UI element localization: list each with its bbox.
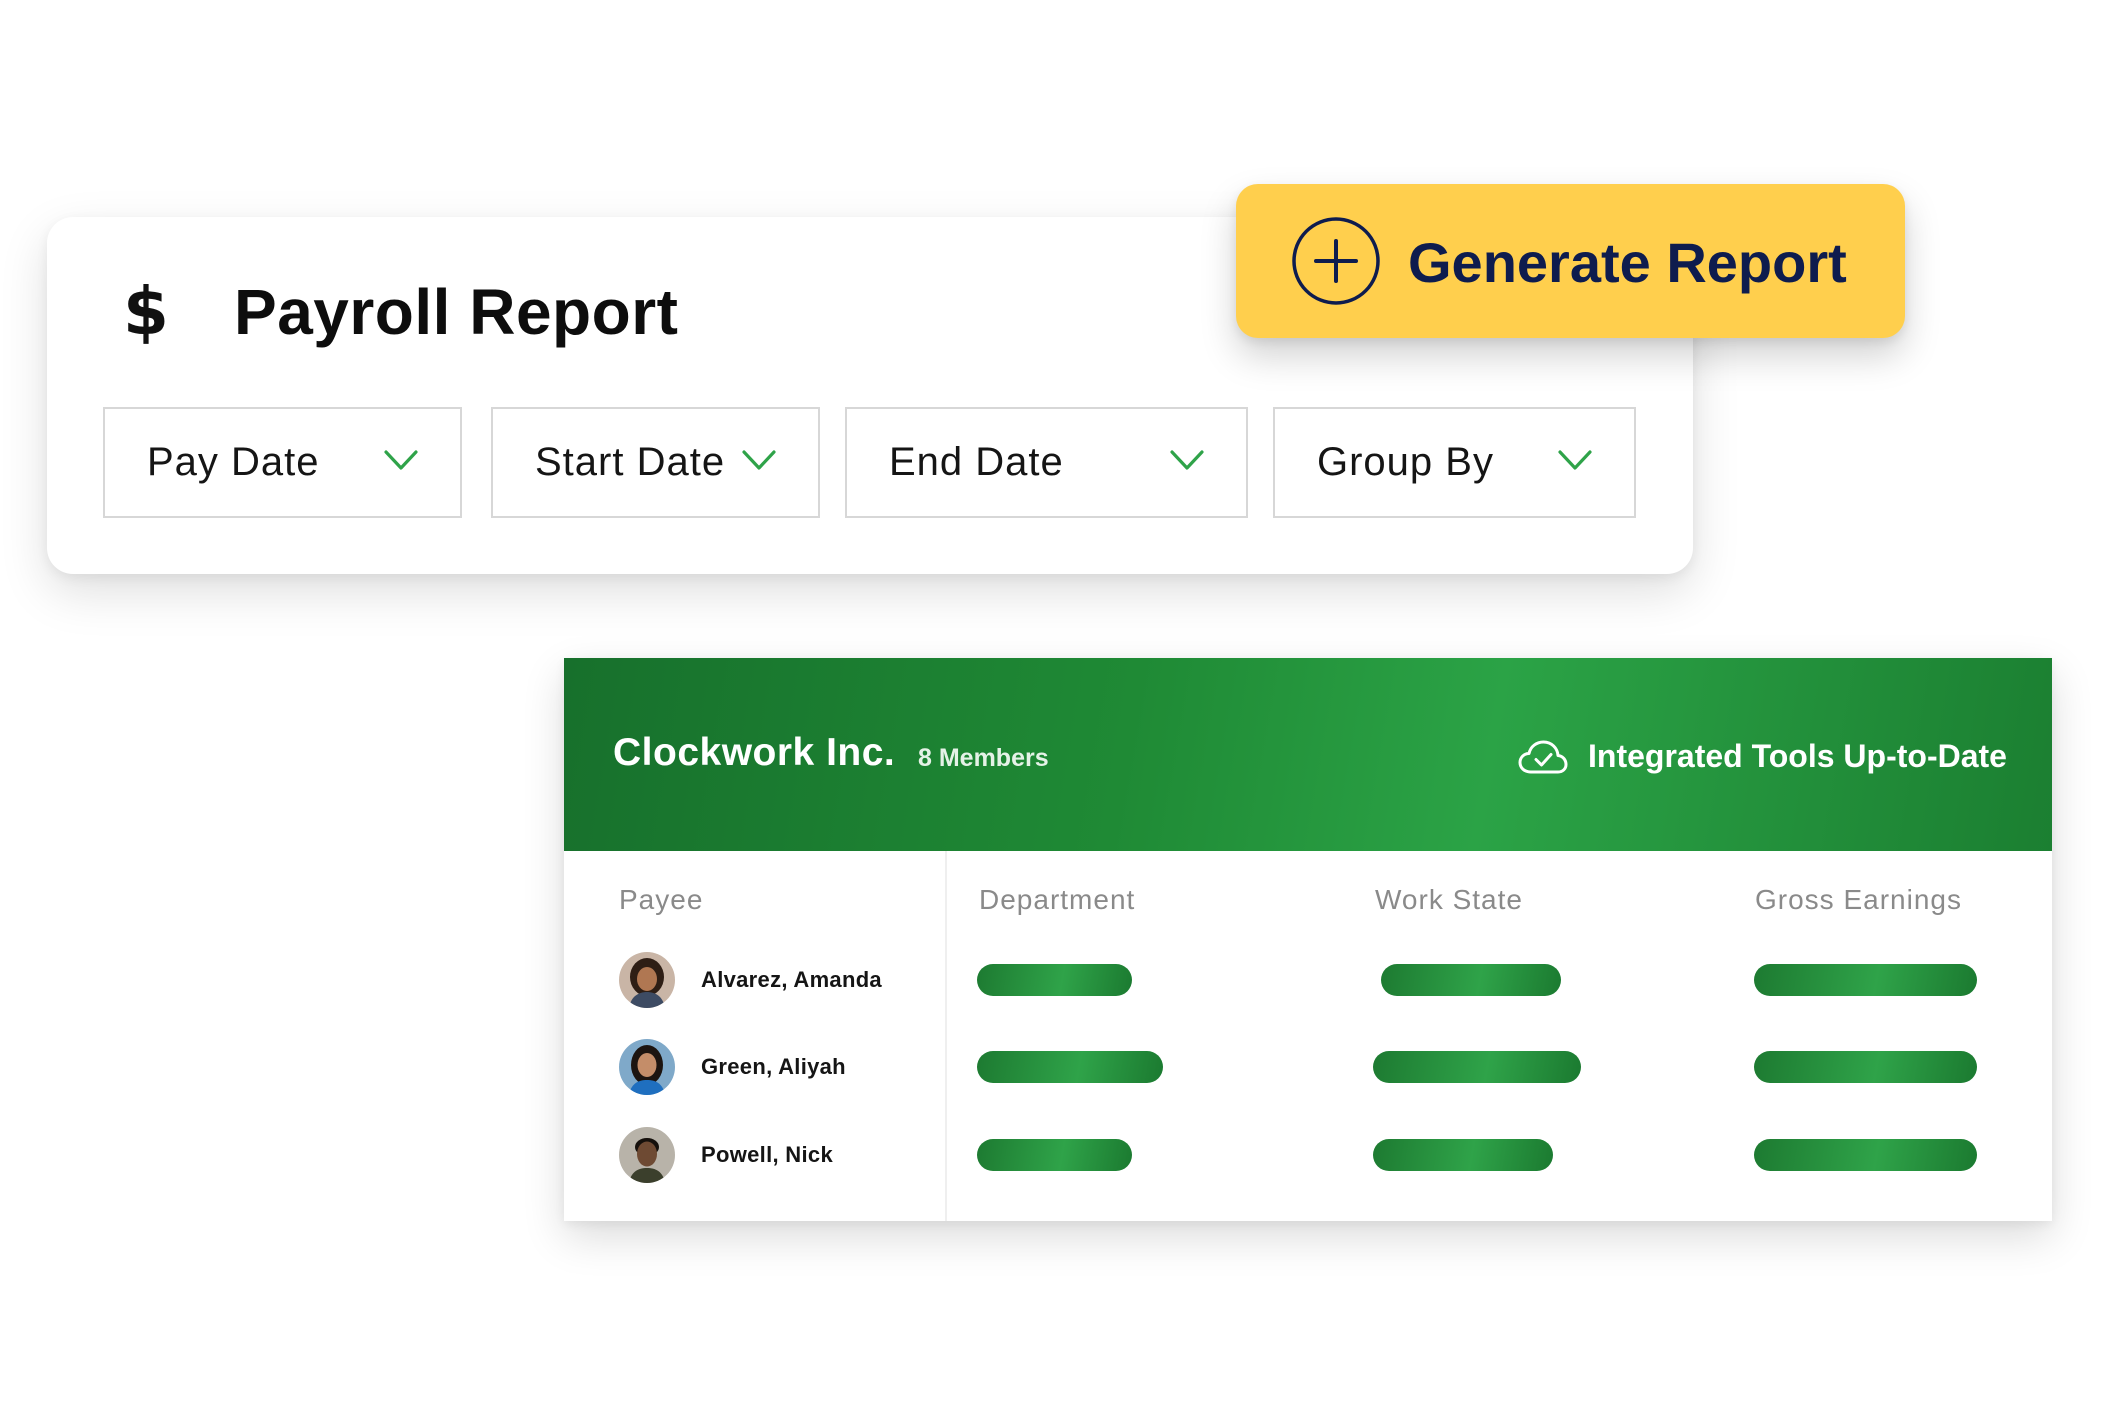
report-header: $ Payroll Report (122, 275, 678, 349)
chevron-down-icon (742, 450, 776, 470)
payee-name: Green, Aliyah (701, 1054, 846, 1079)
column-divider (945, 851, 947, 1221)
chevron-down-icon (1558, 450, 1592, 470)
dropdown-label: Pay Date (147, 440, 320, 484)
dropdown-label: Group By (1317, 440, 1494, 484)
start-date-dropdown[interactable]: Start Date (491, 407, 820, 518)
work-state-redacted-bar (1381, 964, 1561, 996)
payee-name: Alvarez, Amanda (701, 967, 882, 992)
plus-circle-icon (1292, 217, 1380, 305)
pay-date-dropdown[interactable]: Pay Date (103, 407, 462, 518)
table-row[interactable]: Green, Aliyah (619, 1039, 846, 1095)
generate-report-label: Generate Report (1408, 231, 1847, 294)
table-row[interactable]: Powell, Nick (619, 1127, 833, 1183)
member-count-badge: 8 Members (918, 744, 1049, 772)
generate-report-button[interactable]: Generate Report (1236, 184, 1905, 338)
group-by-dropdown[interactable]: Group By (1273, 407, 1636, 518)
column-header-payee: Payee (619, 884, 704, 915)
company-name: Clockwork Inc. (613, 731, 896, 774)
department-redacted-bar (977, 964, 1132, 996)
gross-earnings-redacted-bar (1754, 1051, 1977, 1083)
sync-status: Integrated Tools Up-to-Date (1588, 738, 2007, 774)
table-row[interactable]: Alvarez, Amanda (619, 952, 882, 1008)
avatar (619, 1039, 675, 1095)
dropdown-label: End Date (889, 440, 1064, 484)
avatar (619, 1127, 675, 1183)
payee-name: Powell, Nick (701, 1142, 833, 1167)
column-header-work-state: Work State (1375, 884, 1523, 915)
gross-earnings-redacted-bar (1754, 1139, 1977, 1171)
page-title: Payroll Report (234, 276, 679, 348)
department-redacted-bar (977, 1051, 1163, 1083)
dropdown-label: Start Date (535, 440, 726, 484)
department-redacted-bar (977, 1139, 1132, 1171)
column-header-gross-earnings: Gross Earnings (1755, 884, 1962, 915)
chevron-down-icon (1170, 450, 1204, 470)
team-payroll-table: Clockwork Inc. 8 Members Integrated Tool… (564, 658, 2052, 1221)
avatar (619, 952, 675, 1008)
cloud-check-icon (1518, 740, 1568, 774)
column-header-department: Department (979, 884, 1136, 915)
end-date-dropdown[interactable]: End Date (845, 407, 1248, 518)
chevron-down-icon (384, 450, 418, 470)
gross-earnings-redacted-bar (1754, 964, 1977, 996)
page: $ Payroll Report Pay Date Start Date End… (0, 0, 2109, 1406)
dollar-icon: $ (123, 273, 169, 350)
work-state-redacted-bar (1373, 1139, 1553, 1171)
work-state-redacted-bar (1373, 1051, 1581, 1083)
team-header: Clockwork Inc. 8 Members Integrated Tool… (564, 658, 2052, 851)
